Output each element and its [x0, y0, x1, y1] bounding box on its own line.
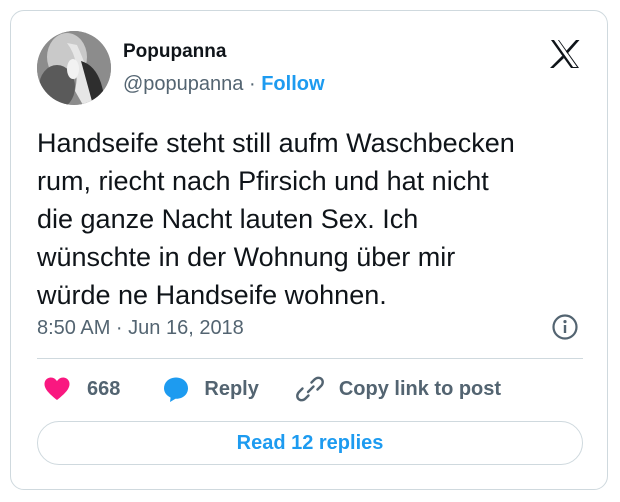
tweet-timestamp[interactable]: 8:50 AM · Jun 16, 2018 — [37, 317, 244, 340]
x-logo-icon[interactable] — [549, 39, 581, 69]
user-handle[interactable]: @popupanna — [123, 73, 243, 95]
avatar[interactable] — [37, 31, 111, 105]
info-icon[interactable] — [551, 313, 579, 341]
like-button[interactable]: 668 — [43, 376, 120, 402]
tweet-card: Popupanna @popupanna · Follow Handseife … — [10, 10, 608, 490]
tweet-text: Handseife steht still aufm Waschbecken r… — [37, 128, 515, 310]
read-replies-button[interactable]: Read 12 replies — [37, 421, 583, 465]
handle-separator: · — [248, 73, 256, 95]
follow-link[interactable]: Follow — [261, 73, 324, 95]
heart-icon — [43, 376, 71, 402]
copy-link-label: Copy link to post — [338, 377, 502, 400]
link-icon — [295, 374, 325, 404]
display-name[interactable]: Popupanna — [123, 41, 226, 63]
speech-bubble-icon — [162, 375, 190, 403]
divider — [37, 358, 583, 359]
reply-label: Reply — [204, 377, 259, 400]
handle-row: @popupanna · Follow — [123, 73, 325, 96]
like-count: 668 — [87, 377, 121, 400]
copy-link-button[interactable]: Copy link to post — [295, 374, 501, 404]
reply-button[interactable]: Reply — [162, 375, 259, 403]
action-bar: 668 Reply Copy link to post — [37, 373, 501, 405]
